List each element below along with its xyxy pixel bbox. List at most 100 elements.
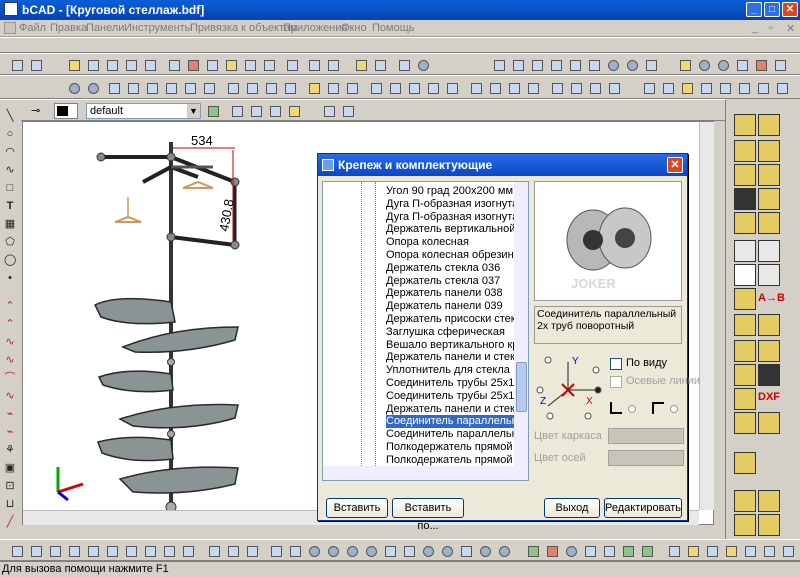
insert-button[interactable]: Вставить (326, 498, 388, 518)
panel-tool-icon[interactable] (758, 114, 780, 136)
catalog-tool-icon[interactable] (758, 412, 780, 434)
fasteners-tool-icon[interactable] (734, 188, 756, 210)
stack-icon[interactable] (224, 542, 241, 559)
corner-left-radio[interactable] (628, 405, 636, 413)
snap-line-icon[interactable] (371, 56, 388, 73)
screen-icon[interactable] (283, 56, 300, 73)
dsp-tool-icon[interactable] (734, 240, 756, 262)
sun-icon[interactable] (684, 542, 701, 559)
intersect-icon[interactable] (562, 542, 579, 559)
snap-icon[interactable] (352, 56, 369, 73)
list-tool-icon[interactable] (758, 264, 780, 286)
tree-item[interactable]: Держатель вертикальной па (386, 223, 528, 236)
view-right-icon[interactable] (162, 79, 179, 96)
tool-f-icon[interactable] (567, 79, 584, 96)
edit-f-icon[interactable]: ∿ (4, 390, 16, 402)
wedge-icon[interactable] (400, 542, 417, 559)
corner-left-icon[interactable] (610, 402, 622, 414)
box-top-icon[interactable] (266, 102, 283, 119)
tool-n-icon[interactable] (735, 79, 752, 96)
render-view-icon[interactable] (703, 542, 720, 559)
shell-icon[interactable] (476, 542, 493, 559)
pyramid-icon[interactable] (286, 542, 303, 559)
report-tool-icon[interactable] (734, 412, 756, 434)
axes-widget[interactable]: Y X Z (534, 350, 604, 428)
texture-icon[interactable] (638, 542, 655, 559)
slash-tool-icon[interactable] (734, 364, 756, 386)
edit-b-icon[interactable]: ⌃ (4, 318, 16, 330)
snap-point-icon[interactable] (642, 56, 659, 73)
subtract-icon[interactable] (543, 542, 560, 559)
menu-panels[interactable]: Панели (86, 22, 124, 34)
open-icon[interactable] (65, 56, 82, 73)
tool-l-icon[interactable] (697, 79, 714, 96)
snap-center-icon[interactable] (414, 56, 431, 73)
ellipse-icon[interactable]: ◯ (4, 254, 16, 266)
snap-quad-icon[interactable] (623, 56, 640, 73)
regen-icon[interactable] (733, 56, 750, 73)
union-icon[interactable] (524, 542, 541, 559)
hardware-tool-icon[interactable] (758, 188, 780, 210)
radio-x[interactable] (594, 386, 602, 394)
layers-3d-icon[interactable] (243, 542, 260, 559)
tree-item[interactable]: Держатель панели 039 (386, 300, 503, 313)
spline-icon[interactable]: ∿ (4, 164, 16, 176)
save-icon[interactable] (84, 56, 101, 73)
layer-manager-icon[interactable] (204, 102, 221, 119)
a-to-b-icon[interactable]: A→B (758, 292, 785, 304)
line-icon[interactable]: ╲ (4, 110, 16, 122)
layer-select[interactable]: default ▼ (86, 103, 201, 119)
edit-h-icon[interactable]: ⌁ (4, 426, 16, 438)
table-tool-icon[interactable] (758, 240, 780, 262)
burst-tool-icon[interactable] (758, 364, 780, 386)
arrow-tool-icon[interactable] (734, 340, 756, 362)
tree-item[interactable]: Дуга П-образная изогнутая (386, 198, 524, 211)
bool-j-icon[interactable] (179, 542, 196, 559)
stop-icon[interactable] (752, 56, 769, 73)
chevron-down-icon[interactable]: ▼ (187, 104, 200, 118)
tree-item[interactable]: Соединитель параллельный (386, 428, 528, 441)
box-front-icon[interactable] (228, 102, 245, 119)
sheet-tool-icon[interactable] (734, 264, 756, 286)
axes-color-select[interactable] (608, 450, 684, 466)
pin-icon[interactable]: ⊸ (31, 104, 45, 117)
tree-item[interactable]: Держатель панели 038 (386, 287, 503, 300)
tree-item[interactable]: Соединитель трубы 25х10 мі (386, 377, 528, 390)
axis-lines-checkbox[interactable] (610, 376, 622, 388)
home-icon[interactable] (779, 542, 796, 559)
zoom-window-icon[interactable] (714, 56, 731, 73)
tree-item[interactable]: Держатель панели и стекла (386, 351, 528, 364)
edit-e-icon[interactable]: ⌒ (4, 372, 16, 384)
shade-icon[interactable] (324, 79, 341, 96)
tool-k-icon[interactable] (678, 79, 695, 96)
select-icon[interactable] (165, 56, 182, 73)
dialog-close-button[interactable]: ✕ (667, 157, 683, 173)
tree-item[interactable]: Держатель панели и стекла (386, 403, 528, 416)
menu-edit[interactable]: Правка (50, 22, 87, 34)
edit-d-icon[interactable]: ∿ (4, 354, 16, 366)
image-icon[interactable] (760, 542, 777, 559)
cut-tool-icon[interactable] (758, 314, 780, 336)
undo-icon[interactable] (305, 56, 322, 73)
edit-c-icon[interactable]: ∿ (4, 336, 16, 348)
layers-icon[interactable] (405, 79, 422, 96)
tool-e-icon[interactable] (548, 79, 565, 96)
plus-tool-icon[interactable] (734, 288, 756, 310)
tool-h-icon[interactable] (605, 79, 622, 96)
close-button[interactable]: ✕ (782, 2, 798, 17)
redo-icon[interactable] (324, 56, 341, 73)
ucs-rotate-icon[interactable] (243, 79, 260, 96)
rectangle-icon[interactable]: □ (4, 182, 16, 194)
tree-item[interactable]: Полкодержатель прямой од (386, 441, 528, 454)
edit-m-icon[interactable]: ╱ (4, 516, 16, 528)
view-iso-icon[interactable] (200, 79, 217, 96)
tool-c-icon[interactable] (505, 79, 522, 96)
bool-a-icon[interactable] (8, 542, 25, 559)
tree-hscroll[interactable] (323, 466, 514, 480)
mdi-close-button[interactable]: ✕ (786, 22, 795, 35)
view-top-icon[interactable] (124, 79, 141, 96)
cone-icon[interactable] (343, 542, 360, 559)
snap-node-icon[interactable] (585, 56, 602, 73)
new-3d-icon[interactable] (27, 56, 44, 73)
color-picker[interactable] (54, 103, 78, 119)
